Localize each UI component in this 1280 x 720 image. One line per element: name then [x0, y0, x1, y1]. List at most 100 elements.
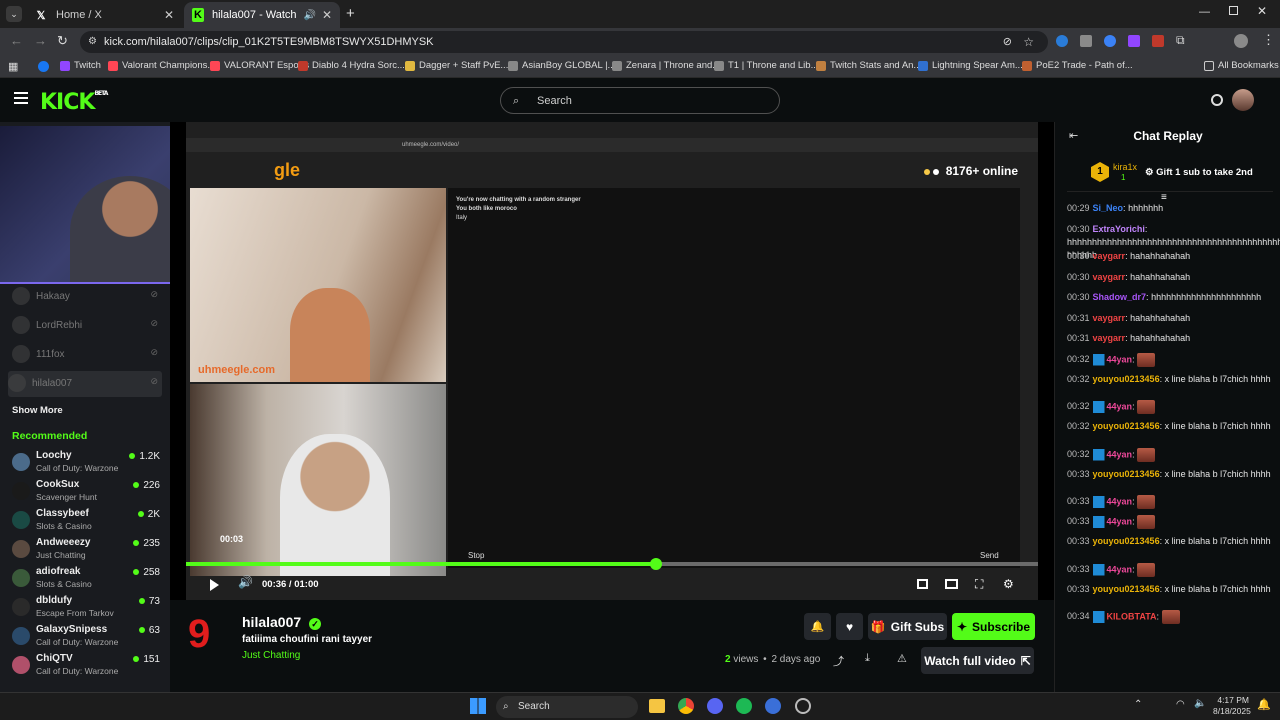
gift-subs-button[interactable]: 🎁 Gift Subs [868, 613, 947, 640]
chat-username[interactable]: Shadow_dr7 [1093, 292, 1147, 302]
show-more-link[interactable]: Show More [12, 405, 63, 416]
report-icon[interactable]: ⚠ [897, 652, 907, 665]
chat-username[interactable]: KILOBTATA [1107, 611, 1157, 621]
miniplayer-icon[interactable] [917, 579, 928, 589]
tray-chevron-icon[interactable]: ⌃ [1134, 699, 1142, 710]
start-menu-icon[interactable] [470, 698, 486, 714]
file-explorer-icon[interactable] [649, 699, 665, 713]
reload-icon[interactable]: ↻ [57, 33, 68, 49]
sidebar-channel-111fox[interactable]: 111fox ⊘ [12, 342, 162, 370]
bookmark-item[interactable]: T1 | Throne and Lib... [714, 60, 819, 71]
settings-icon[interactable]: ⚙ [1003, 577, 1014, 591]
close-window-icon[interactable]: ✕ [1257, 4, 1267, 18]
close-tab-icon[interactable]: ✕ [164, 8, 174, 22]
search-input[interactable]: ⌕ Search [500, 87, 780, 114]
tab-list-menu-icon[interactable]: ⌄ [6, 6, 22, 22]
clock[interactable]: 4:17 PM 8/18/2025 [1213, 695, 1251, 717]
bookmark-item[interactable]: Twitch [60, 60, 101, 71]
chat-username[interactable]: vaygarr [1093, 272, 1126, 282]
progress-bar[interactable] [186, 558, 1038, 570]
restore-window-icon[interactable] [1229, 6, 1238, 15]
extension-icon[interactable] [1056, 35, 1068, 47]
extension-icon[interactable] [1104, 35, 1116, 47]
extension-icon[interactable] [1128, 35, 1140, 47]
all-bookmarks-link[interactable]: All Bookmarks [1204, 60, 1279, 71]
sidebar-recommended-galaxysnipess[interactable]: GalaxySnipess Call of Duty: Warzone 63 [12, 624, 162, 652]
chat-username[interactable]: 44yan [1107, 564, 1133, 574]
fullscreen-icon[interactable]: ⛶ [975, 577, 983, 592]
close-tab-icon[interactable]: ✕ [322, 8, 332, 22]
facebook-bookmark-icon[interactable] [38, 61, 49, 72]
video-player[interactable]: uhmeegle.com/video/ gle 8176+ online uhm… [170, 122, 1054, 600]
chat-username[interactable]: vaygarr [1093, 251, 1126, 261]
kick-logo[interactable]: KICKBETA [40, 90, 108, 115]
back-icon[interactable]: ← [10, 33, 23, 48]
sidebar-recommended-loochy[interactable]: Loochy Call of Duty: Warzone 1.2K [12, 450, 162, 478]
url-field[interactable]: ⚙ kick.com/hilala007/clips/clip_01K2T5TE… [80, 31, 1048, 53]
forward-icon[interactable]: → [34, 33, 47, 48]
bookmark-item[interactable]: PoE2 Trade - Path of... [1022, 60, 1133, 71]
chat-username[interactable]: vaygarr [1093, 313, 1126, 323]
chat-username[interactable]: Si_Neo [1093, 203, 1124, 213]
browser-menu-icon[interactable]: ⋮ [1262, 32, 1275, 48]
sidebar-recommended-andweeezy[interactable]: Andweeezy Just Chatting 235 [12, 537, 162, 565]
extension-icon[interactable] [1080, 35, 1092, 47]
chat-username[interactable]: 44yan [1107, 496, 1133, 506]
audio-icon[interactable]: 🔊 [303, 10, 315, 21]
browser-tab-x[interactable]: 𝕏 Home / X ✕ [26, 2, 182, 28]
notifications-icon[interactable]: 🔔 [1257, 698, 1271, 711]
browser-tab-kick[interactable]: K hilala007 - Watch clips on K 🔊 ✕ [184, 2, 340, 28]
theater-mode-icon[interactable] [945, 579, 958, 589]
sidebar-channel-hakaay[interactable]: Hakaay ⊘ [12, 284, 162, 312]
spotify-icon[interactable] [736, 698, 752, 714]
chat-username[interactable]: 44yan [1107, 449, 1133, 459]
app-icon[interactable] [795, 698, 811, 714]
bookmark-item[interactable]: Zenara | Throne and... [612, 60, 720, 71]
sidebar-recommended-cooksux[interactable]: CookSux Scavenger Hunt 226 [12, 479, 162, 507]
chat-username[interactable]: youyou0213456 [1093, 536, 1160, 546]
sidebar-recommended-chiqtv[interactable]: ChiQTV Call of Duty: Warzone 151 [12, 653, 162, 681]
clips-icon[interactable] [1211, 94, 1223, 106]
speaker-icon[interactable]: 🔈 [1194, 698, 1206, 709]
category-link[interactable]: Just Chatting [242, 650, 300, 661]
sidebar-channel-hilala007[interactable]: hilala007 ⊘ [8, 371, 162, 397]
volume-icon[interactable]: 🔊 [238, 575, 253, 589]
chat-username[interactable]: 44yan [1107, 516, 1133, 526]
site-info-icon[interactable]: ⚙ [88, 31, 97, 53]
chat-username[interactable]: 44yan [1107, 401, 1133, 411]
extension-icon[interactable] [1152, 35, 1164, 47]
bookmark-item[interactable]: Twitch Stats and An... [816, 60, 921, 71]
chrome-icon[interactable] [678, 698, 694, 714]
notification-bell-button[interactable]: 🔔 [804, 613, 831, 640]
minimize-window-icon[interactable]: — [1199, 6, 1210, 18]
discord-icon[interactable] [707, 698, 723, 714]
bookmark-item[interactable]: Dagger + Staff PvE... [405, 60, 508, 71]
extensions-puzzle-icon[interactable]: ⧉ [1176, 33, 1185, 48]
profile-avatar-icon[interactable] [1234, 34, 1248, 48]
chat-username[interactable]: youyou0213456 [1093, 421, 1160, 431]
app-icon[interactable] [765, 698, 781, 714]
watch-full-video-button[interactable]: Watch full video ⇱ [921, 647, 1034, 674]
bookmark-item[interactable]: Valorant Champions... [108, 60, 215, 71]
chat-username[interactable]: youyou0213456 [1093, 374, 1160, 384]
bookmark-item[interactable]: AsianBoy GLOBAL |... [508, 60, 615, 71]
play-icon[interactable] [210, 579, 219, 591]
hamburger-menu-icon[interactable] [14, 92, 28, 104]
wifi-icon[interactable]: ◠ [1176, 699, 1185, 710]
bookmark-star-icon[interactable]: ☆ [1023, 31, 1034, 53]
bookmark-item[interactable]: Diablo 4 Hydra Sorc... [298, 60, 405, 71]
download-icon[interactable]: ⤓ [865, 652, 870, 665]
user-avatar[interactable] [1232, 89, 1254, 111]
subscribe-button[interactable]: ✦ Subscribe [952, 613, 1035, 640]
chat-username[interactable]: youyou0213456 [1093, 469, 1160, 479]
apps-grid-icon[interactable]: ▦ [8, 60, 18, 73]
channel-avatar[interactable]: 9 [188, 614, 222, 658]
sidebar-recommended-classybeef[interactable]: Classybeef Slots & Casino 2K [12, 508, 162, 536]
follow-heart-button[interactable]: ♥ [836, 613, 863, 640]
taskbar-search[interactable]: ⌕ Search [496, 696, 638, 718]
chat-username[interactable]: 44yan [1107, 354, 1133, 364]
sidebar-recommended-dbldufy[interactable]: dbldufy Escape From Tarkov 73 [12, 595, 162, 623]
eye-off-icon[interactable]: ⊘ [1003, 31, 1012, 53]
sidebar-channel-lordrebhi[interactable]: LordRebhi ⊘ [12, 313, 162, 341]
chat-username[interactable]: youyou0213456 [1093, 584, 1160, 594]
